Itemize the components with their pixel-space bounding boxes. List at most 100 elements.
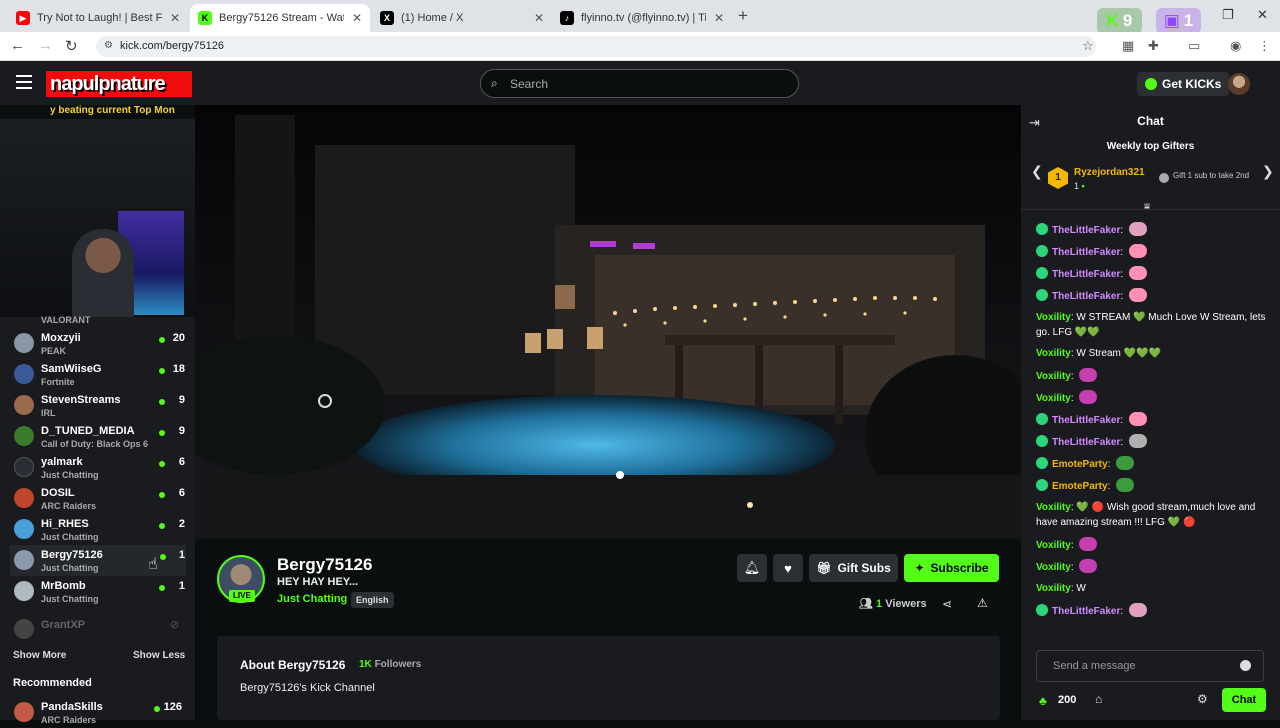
emoji-icon[interactable] — [1240, 660, 1251, 671]
show-less-link[interactable]: Show Less — [133, 650, 185, 661]
chat-message: Voxility: 💚 🔴 Wish good stream,much love… — [1036, 500, 1268, 530]
chat-separator: : — [1107, 481, 1114, 492]
chat-message-input[interactable]: Send a message — [1036, 650, 1264, 682]
channel-category: Call of Duty: Black Ops 6 — [41, 439, 149, 449]
avatar — [14, 364, 34, 384]
chat-username[interactable]: TheLittleFaker — [1052, 247, 1120, 258]
channel-name: D_TUNED_MEDIA — [41, 425, 135, 437]
avatar — [14, 619, 34, 639]
emote-icon — [1128, 266, 1147, 280]
kicks-icon — [1145, 78, 1157, 90]
chat-username[interactable]: Voxility — [1036, 583, 1071, 594]
chat-username[interactable]: TheLittleFaker — [1052, 437, 1120, 448]
share-icon[interactable]: ⋖ — [942, 597, 952, 611]
follow-button[interactable]: ♥ — [773, 554, 803, 582]
sidebar-channel[interactable]: Moxzyii PEAK 20 — [0, 328, 195, 359]
twitch-extension-badge[interactable]: ▣ 1 — [1156, 8, 1201, 34]
browser-tab-tiktok[interactable]: ♪ flyinno.tv (@flyinno.tv) | TikTok ✕ — [552, 4, 732, 32]
report-warning-icon[interactable]: ⚠ — [977, 596, 988, 610]
chevron-left-icon[interactable]: ❮ — [1031, 163, 1043, 180]
sidebar-channel[interactable]: DOSIL ARC Raiders 6 — [0, 483, 195, 514]
kick-extension-badge[interactable]: K9 — [1097, 8, 1142, 34]
channel-category: IRL — [41, 408, 56, 418]
profile-icon[interactable]: ◉ — [1230, 38, 1241, 54]
user-avatar[interactable] — [1228, 73, 1250, 95]
sidebar-channel-active[interactable]: Bergy75126 Just Chatting 1 — [10, 545, 186, 576]
send-chat-button[interactable]: Chat — [1222, 688, 1266, 712]
subscribe-button[interactable]: ✦ Subscribe — [904, 554, 999, 582]
sidebar-channel[interactable]: MrBomb Just Chatting 1 — [0, 576, 195, 607]
bookmark-star-icon[interactable]: ☆ — [1082, 38, 1094, 54]
browser-tab-kick[interactable]: K Bergy75126 Stream - Watch Liv ✕ — [190, 4, 370, 32]
chat-username[interactable]: Voxility — [1036, 393, 1071, 404]
sidebar-channel[interactable]: SamWiiseG Fortnite 18 — [0, 359, 195, 390]
sidebar-channel-offline[interactable]: GrantXP ⊘ — [0, 614, 195, 645]
chat-username[interactable]: EmoteParty — [1052, 481, 1108, 492]
subscriber-badge-icon — [1036, 435, 1048, 447]
divider — [1021, 209, 1280, 210]
streamer-name[interactable]: Bergy75126 — [277, 555, 372, 575]
show-more-link[interactable]: Show More — [13, 650, 66, 661]
store-icon[interactable]: ⌂ — [1095, 692, 1102, 706]
sidebar-channel[interactable]: yalmark Just Chatting 6 — [0, 452, 195, 483]
restore-window-icon[interactable]: ❐ — [1222, 7, 1234, 23]
chat-separator: : — [1107, 459, 1114, 470]
chat-username[interactable]: TheLittleFaker — [1052, 269, 1120, 280]
viewer-count: 18 — [172, 363, 185, 375]
channel-name: Hi_RHES — [41, 518, 89, 530]
chat-message: EmoteParty: — [1036, 456, 1268, 472]
chevron-right-icon[interactable]: ❯ — [1262, 163, 1274, 180]
chat-username[interactable]: Voxility — [1036, 502, 1071, 513]
browser-tab-x[interactable]: X (1) Home / X ✕ — [372, 4, 552, 32]
channel-name: PandaSkills — [41, 701, 103, 713]
close-icon[interactable]: ✕ — [352, 11, 362, 25]
close-icon[interactable]: ✕ — [534, 11, 544, 25]
notification-bell-button[interactable]: 🔔︎ — [737, 554, 767, 582]
cast-icon[interactable]: ▭ — [1188, 38, 1200, 54]
get-kicks-button[interactable]: Get KICKs — [1137, 72, 1230, 96]
top-gifter-name[interactable]: Ryzejordan321 — [1074, 167, 1145, 178]
settings-gear-icon[interactable]: ⚙ — [1197, 692, 1208, 706]
menu-dots-icon[interactable]: ⋮ — [1258, 38, 1271, 54]
chat-username[interactable]: Voxility — [1036, 371, 1071, 382]
search-input[interactable]: ⌕ Search — [480, 69, 799, 98]
filter-icon[interactable]: ⩸ — [1144, 202, 1150, 213]
sidebar-channel[interactable]: D_TUNED_MEDIA Call of Duty: Black Ops 6 … — [0, 421, 195, 452]
back-icon[interactable]: ← — [10, 37, 25, 54]
chat-username[interactable]: TheLittleFaker — [1052, 291, 1120, 302]
streamer-figure — [72, 229, 134, 317]
extension-icon[interactable]: ▦ — [1122, 38, 1134, 54]
stream-title: HEY HAY HEY... — [277, 576, 359, 588]
close-icon[interactable]: ✕ — [714, 11, 724, 25]
sidebar-channel[interactable]: StevenStreams IRL 9 — [0, 390, 195, 421]
chat-username[interactable]: TheLittleFaker — [1052, 606, 1120, 617]
forward-icon[interactable]: → — [38, 37, 53, 54]
gift-subs-button[interactable]: 🎁︎ Gift Subs — [809, 554, 898, 582]
sidebar-channel[interactable]: Hi_RHES Just Chatting 2 — [0, 514, 195, 545]
close-icon[interactable]: ✕ — [170, 11, 180, 25]
url-field[interactable]: ⚙ kick.com/bergy75126 — [96, 36, 1096, 57]
chat-username[interactable]: TheLittleFaker — [1052, 415, 1120, 426]
close-window-icon[interactable]: ✕ — [1257, 7, 1268, 23]
chat-username[interactable]: Voxility — [1036, 348, 1071, 359]
chat-username[interactable]: EmoteParty — [1052, 459, 1108, 470]
kicks-balance[interactable]: 200 — [1058, 694, 1076, 706]
language-tag[interactable]: English — [351, 592, 394, 608]
new-tab-icon[interactable]: + — [738, 6, 748, 26]
chat-username[interactable]: TheLittleFaker — [1052, 225, 1120, 236]
site-info-icon[interactable]: ⚙ — [104, 40, 113, 51]
stream-category-link[interactable]: Just Chatting — [277, 593, 347, 605]
video-player[interactable] — [195, 105, 1021, 539]
viewer-count: 6 — [178, 487, 185, 499]
chat-username[interactable]: Voxility — [1036, 312, 1071, 323]
browser-tab-youtube[interactable]: ▶ Try Not to Laugh! | Best Fails of ✕ — [8, 4, 188, 32]
about-section: About Bergy75126 1K Followers Bergy75126… — [217, 636, 1000, 720]
chat-username[interactable]: Voxility — [1036, 562, 1071, 573]
sidebar-channel[interactable]: PandaSkills ARC Raiders 126 — [0, 697, 195, 728]
channel-name: SamWiiseG — [41, 363, 102, 375]
subscriber-badge-icon — [1036, 223, 1048, 235]
reload-icon[interactable]: ↻ — [65, 37, 78, 55]
chat-username[interactable]: Voxility — [1036, 540, 1071, 551]
video-frame — [195, 105, 1021, 539]
puzzle-icon[interactable]: ✚ — [1148, 38, 1159, 54]
